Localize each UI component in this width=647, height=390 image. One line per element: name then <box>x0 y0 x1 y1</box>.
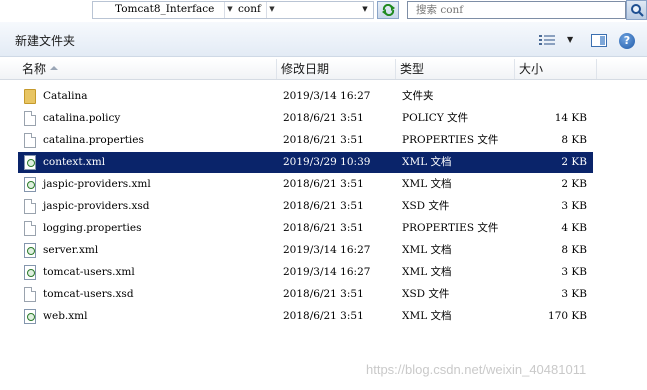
view-options-dropdown-icon[interactable]: ▼ <box>567 35 573 44</box>
file-date: 2018/6/21 3:51 <box>283 112 364 124</box>
document-icon <box>24 221 36 236</box>
file-type: 文件夹 <box>402 90 434 102</box>
file-size: 3 KB <box>561 266 587 278</box>
file-type: PROPERTIES 文件 <box>402 222 499 234</box>
folder-icon <box>24 89 36 104</box>
file-date: 2018/6/21 3:51 <box>283 222 364 234</box>
file-name: Catalina <box>43 90 88 102</box>
file-date: 2019/3/29 10:39 <box>283 156 371 168</box>
xml-file-icon <box>24 243 36 258</box>
document-icon <box>24 287 36 302</box>
column-header-type[interactable]: 类型 <box>396 59 515 79</box>
file-type: XSD 文件 <box>402 288 450 300</box>
file-type: XML 文档 <box>402 178 452 190</box>
document-icon <box>24 133 36 148</box>
file-size: 14 KB <box>554 112 587 124</box>
file-type: XML 文档 <box>402 310 452 322</box>
refresh-icon <box>382 4 395 16</box>
column-header-size[interactable]: 大小 <box>515 59 597 79</box>
file-name: server.xml <box>43 244 99 256</box>
help-button[interactable]: ? <box>619 33 635 49</box>
file-name: web.xml <box>43 310 88 322</box>
file-row[interactable]: server.xml 2019/3/14 16:27 XML 文档 8 KB <box>18 240 593 261</box>
watermark: https://blog.csdn.net/weixin_40481011 <box>366 362 587 377</box>
file-size: 2 KB <box>561 156 587 168</box>
search-icon <box>631 4 644 17</box>
file-date: 2019/3/14 16:27 <box>283 90 371 102</box>
search-input[interactable] <box>408 2 625 18</box>
file-date: 2019/3/14 16:27 <box>283 266 371 278</box>
file-size: 8 KB <box>561 244 587 256</box>
breadcrumb-chevron-icon[interactable]: ▼ <box>266 2 277 18</box>
file-type: XSD 文件 <box>402 200 450 212</box>
file-name: tomcat-users.xml <box>43 266 135 278</box>
file-row[interactable]: web.xml 2018/6/21 3:51 XML 文档 170 KB <box>18 306 593 327</box>
column-header-date[interactable]: 修改日期 <box>277 59 396 79</box>
breadcrumb-chevron-icon[interactable]: ▼ <box>224 2 235 18</box>
search-button[interactable] <box>626 0 647 20</box>
xml-file-icon <box>24 265 36 280</box>
file-row[interactable]: jaspic-providers.xsd 2018/6/21 3:51 XSD 文件… <box>18 196 593 217</box>
address-history-dropdown-icon[interactable]: ▼ <box>357 2 373 18</box>
file-size: 3 KB <box>561 200 587 212</box>
file-row[interactable]: jaspic-providers.xml 2018/6/21 3:51 XML 文档… <box>18 174 593 195</box>
file-date: 2019/3/14 16:27 <box>283 244 371 256</box>
xml-file-icon <box>24 177 36 192</box>
file-name: jaspic-providers.xsd <box>43 200 150 212</box>
file-row[interactable]: catalina.policy 2018/6/21 3:51 POLICY 文件 14… <box>18 108 593 129</box>
file-type: XML 文档 <box>402 156 452 168</box>
file-date: 2018/6/21 3:51 <box>283 178 364 190</box>
file-row[interactable]: catalina.properties 2018/6/21 3:51 PROPERT… <box>18 130 593 151</box>
file-size: 170 KB <box>548 310 587 322</box>
sort-ascending-icon <box>50 66 58 70</box>
file-name: context.xml <box>43 156 106 168</box>
file-row[interactable]: logging.properties 2018/6/21 3:51 PROPERTI… <box>18 218 593 239</box>
file-size: 3 KB <box>561 288 587 300</box>
view-options-icon[interactable] <box>539 34 555 46</box>
search-field[interactable] <box>407 1 626 19</box>
column-header: 名称 修改日期 类型 大小 <box>0 59 647 80</box>
file-name: catalina.properties <box>43 134 144 146</box>
file-type: XML 文档 <box>402 244 452 256</box>
file-type: XML 文档 <box>402 266 452 278</box>
file-row[interactable]: tomcat-users.xsd 2018/6/21 3:51 XSD 文件 3 KB <box>18 284 593 305</box>
address-bar[interactable]: Tomcat8_Interface ▼ conf ▼ ▼ <box>92 1 374 19</box>
xml-file-icon <box>24 155 36 170</box>
file-row[interactable]: context.xml 2019/3/29 10:39 XML 文档 2 KB <box>18 152 593 173</box>
new-folder-button[interactable]: 新建文件夹 <box>15 32 75 49</box>
file-date: 2018/6/21 3:51 <box>283 288 364 300</box>
breadcrumb-tomcat8-interface[interactable]: Tomcat8_Interface <box>115 2 214 18</box>
refresh-button[interactable] <box>377 1 399 19</box>
file-name: jaspic-providers.xml <box>43 178 151 190</box>
file-row[interactable]: Catalina 2019/3/14 16:27 文件夹 <box>18 86 593 107</box>
file-date: 2018/6/21 3:51 <box>283 134 364 146</box>
file-name: catalina.policy <box>43 112 121 124</box>
file-size: 4 KB <box>561 222 587 234</box>
command-bar: 新建文件夹 ▼ ? <box>0 22 647 57</box>
file-type: POLICY 文件 <box>402 112 469 124</box>
file-name: logging.properties <box>43 222 142 234</box>
file-date: 2018/6/21 3:51 <box>283 200 364 212</box>
breadcrumb-conf[interactable]: conf <box>238 2 261 18</box>
preview-pane-button[interactable] <box>591 34 607 47</box>
file-size: 2 KB <box>561 178 587 190</box>
file-date: 2018/6/21 3:51 <box>283 310 364 322</box>
file-row[interactable]: tomcat-users.xml 2019/3/14 16:27 XML 文档 3 K… <box>18 262 593 283</box>
file-size: 8 KB <box>561 134 587 146</box>
xml-file-icon <box>24 309 36 324</box>
file-name: tomcat-users.xsd <box>43 288 134 300</box>
address-bar-area: Tomcat8_Interface ▼ conf ▼ ▼ <box>0 0 647 22</box>
document-icon <box>24 199 36 214</box>
document-icon <box>24 111 36 126</box>
file-type: PROPERTIES 文件 <box>402 134 499 146</box>
